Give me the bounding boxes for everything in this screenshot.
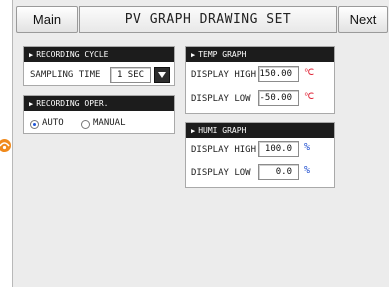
main-button[interactable]: Main [16, 6, 78, 33]
temp-graph-panel: ▶ TEMP GRAPH DISPLAY HIGH 150.00 ℃ DISPLA… [185, 46, 335, 114]
humi-display-low-label: DISPLAY LOW [191, 168, 251, 178]
humi-high-unit: % [304, 142, 311, 153]
temp-display-high-input[interactable]: 150.00 [258, 66, 299, 82]
recording-cycle-title-text: RECORDING CYCLE [36, 50, 109, 59]
triangle-right-icon: ▶ [29, 100, 34, 108]
temp-low-unit: ℃ [304, 92, 315, 102]
humi-graph-title: ▶ HUMI GRAPH [186, 123, 334, 138]
sampling-time-select[interactable]: 1 SEC [110, 67, 151, 83]
temp-display-low-input[interactable]: -50.00 [258, 90, 299, 106]
sampling-time-label: SAMPLING TIME [30, 70, 101, 80]
humi-display-high-input[interactable]: 100.0 [258, 141, 299, 157]
temp-graph-title: ▶ TEMP GRAPH [186, 47, 334, 62]
sampling-time-dropdown-button[interactable] [154, 67, 170, 83]
auto-radio[interactable] [30, 120, 39, 129]
brand-logo-icon [0, 139, 11, 152]
manual-radio[interactable] [81, 120, 90, 129]
humi-low-unit: % [304, 165, 311, 176]
temp-display-low-label: DISPLAY LOW [191, 94, 251, 104]
temp-high-unit: ℃ [304, 68, 315, 78]
recording-cycle-panel: ▶ RECORDING CYCLE SAMPLING TIME 1 SEC [23, 46, 175, 86]
triangle-right-icon: ▶ [191, 127, 196, 135]
recording-oper-title: ▶ RECORDING OPER. [24, 96, 174, 111]
triangle-right-icon: ▶ [29, 51, 34, 59]
recording-oper-title-text: RECORDING OPER. [36, 99, 109, 108]
header-bar: Main PV GRAPH DRAWING SET Next [13, 6, 389, 33]
page-title: PV GRAPH DRAWING SET [79, 6, 337, 33]
temp-graph-title-text: TEMP GRAPH [198, 50, 247, 59]
humi-display-high-label: DISPLAY HIGH [191, 145, 257, 155]
recording-cycle-title: ▶ RECORDING CYCLE [24, 47, 174, 62]
humi-display-low-input[interactable]: 0.0 [258, 164, 299, 180]
recording-oper-panel: ▶ RECORDING OPER. AUTO MANUAL [23, 95, 175, 134]
auto-radio-label[interactable]: AUTO [42, 118, 64, 128]
temp-display-high-label: DISPLAY HIGH [191, 70, 257, 80]
humi-graph-panel: ▶ HUMI GRAPH DISPLAY HIGH 100.0 % DISPLAY… [185, 122, 335, 188]
humi-graph-title-text: HUMI GRAPH [198, 126, 247, 135]
next-button[interactable]: Next [338, 6, 388, 33]
manual-radio-label[interactable]: MANUAL [93, 118, 126, 128]
screen: Main PV GRAPH DRAWING SET Next ▶ RECORDIN… [12, 0, 389, 287]
triangle-right-icon: ▶ [191, 51, 196, 59]
